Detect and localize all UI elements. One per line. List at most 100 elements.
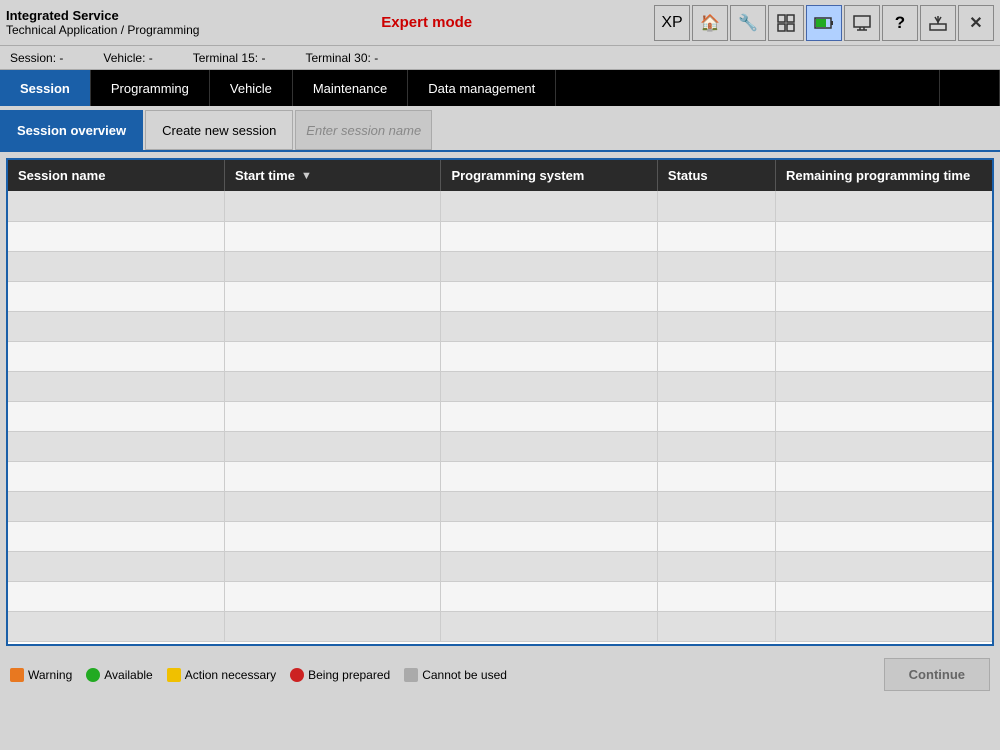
wrench-button[interactable]: 🔧 [730,5,766,41]
cell-remaining_time [775,371,992,401]
cell-start_time [224,221,440,251]
available-icon [86,668,100,682]
help-button[interactable]: ? [882,5,918,41]
battery-button[interactable] [806,5,842,41]
nav-tab-vehicle[interactable]: Vehicle [210,70,293,106]
table-row[interactable] [8,371,992,401]
cell-remaining_time [775,431,992,461]
cell-status [657,311,775,341]
status-bar: Session: - Vehicle: - Terminal 15: - Ter… [0,46,1000,70]
cell-programming_system [441,341,657,371]
monitor-button[interactable] [844,5,880,41]
cell-programming_system [441,221,657,251]
table-row[interactable] [8,491,992,521]
nav-tab-maintenance[interactable]: Maintenance [293,70,408,106]
table-row[interactable] [8,191,992,221]
cell-remaining_time [775,401,992,431]
table-row[interactable] [8,281,992,311]
toolbar-icons: XP 🏠 🔧 ? [654,5,994,41]
cell-status [657,281,775,311]
tray-button[interactable] [920,5,956,41]
main-table-area: Session name Start time ▼ Programming sy… [6,158,994,646]
table-row[interactable] [8,251,992,281]
nav-tab-session[interactable]: Session [0,70,91,106]
table-row[interactable] [8,401,992,431]
app-subtitle: Technical Application / Programming [6,23,199,37]
sub-tab-create-new-session[interactable]: Create new session [145,110,293,150]
table-header-row: Session name Start time ▼ Programming sy… [8,160,992,191]
cell-start_time [224,461,440,491]
cell-session_name [8,491,224,521]
col-header-status[interactable]: Status [657,160,775,191]
table-row[interactable] [8,221,992,251]
cell-status [657,431,775,461]
nav-tab-programming[interactable]: Programming [91,70,210,106]
cell-start_time [224,431,440,461]
cell-session_name [8,221,224,251]
cell-remaining_time [775,611,992,641]
cell-programming_system [441,191,657,221]
sub-tab-session-overview[interactable]: Session overview [0,110,143,150]
cell-remaining_time [775,521,992,551]
legend-cannot-be-used: Cannot be used [404,668,507,682]
expert-mode-label: Expert mode [381,14,472,31]
table-row[interactable] [8,461,992,491]
cell-start_time [224,191,440,221]
cell-programming_system [441,461,657,491]
cell-start_time [224,521,440,551]
cell-session_name [8,401,224,431]
cell-start_time [224,551,440,581]
action-necessary-icon [167,668,181,682]
cell-status [657,341,775,371]
app-title: Integrated Service [6,8,199,23]
cell-remaining_time [775,281,992,311]
cell-start_time [224,341,440,371]
cell-session_name [8,371,224,401]
cell-programming_system [441,251,657,281]
xp-button[interactable]: XP [654,5,690,41]
cell-start_time [224,281,440,311]
cell-start_time [224,401,440,431]
session-name-input-display[interactable]: Enter session name [295,110,432,150]
cell-programming_system [441,371,657,401]
nav-tab-data-management[interactable]: Data management [408,70,556,106]
cell-session_name [8,251,224,281]
col-header-programming-system[interactable]: Programming system [441,160,657,191]
cell-status [657,491,775,521]
cell-programming_system [441,401,657,431]
cell-remaining_time [775,341,992,371]
cell-session_name [8,581,224,611]
close-button[interactable]: ✕ [958,5,994,41]
table-row[interactable] [8,311,992,341]
vehicle-status: Vehicle: - [103,51,152,65]
table-row[interactable] [8,581,992,611]
sub-tabs: Session overview Create new session Ente… [0,106,1000,152]
grid-button[interactable] [768,5,804,41]
table-body [8,191,992,641]
cell-session_name [8,191,224,221]
cell-remaining_time [775,311,992,341]
legend-warning: Warning [10,668,72,682]
cell-remaining_time [775,581,992,611]
table-row[interactable] [8,551,992,581]
table-row[interactable] [8,431,992,461]
col-header-remaining-time[interactable]: Remaining programming time [775,160,992,191]
nav-tabs: Session Programming Vehicle Maintenance … [0,70,1000,106]
cell-start_time [224,371,440,401]
table-row[interactable] [8,611,992,641]
cell-remaining_time [775,221,992,251]
cell-remaining_time [775,251,992,281]
cell-status [657,461,775,491]
cell-status [657,611,775,641]
home-button[interactable]: 🏠 [692,5,728,41]
legend-being-prepared: Being prepared [290,668,390,682]
cell-status [657,401,775,431]
cell-status [657,521,775,551]
col-header-session-name[interactable]: Session name [8,160,224,191]
continue-button[interactable]: Continue [884,658,990,691]
cell-session_name [8,611,224,641]
col-header-start-time[interactable]: Start time ▼ [224,160,440,191]
terminal30-status: Terminal 30: - [305,51,378,65]
table-row[interactable] [8,341,992,371]
table-row[interactable] [8,521,992,551]
